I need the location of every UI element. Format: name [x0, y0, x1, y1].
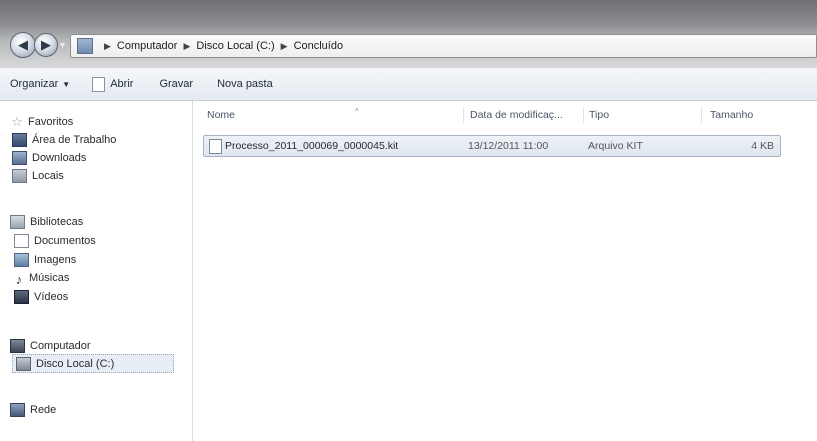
address-bar[interactable]: ▶ Computador ▶ Disco Local (C:) ▶ Conclu… — [70, 34, 817, 58]
recent-places-icon — [12, 168, 27, 183]
computer-icon — [10, 338, 25, 353]
burn-label: Gravar — [159, 78, 194, 90]
nav-item-label: Músicas — [29, 271, 70, 284]
chevron-right-icon[interactable]: ▶ — [183, 41, 190, 52]
downloads-icon — [12, 150, 27, 165]
forward-button[interactable]: ▶ — [34, 33, 58, 57]
folder-location-icon — [77, 38, 93, 54]
column-date-label: Data de modificaç... — [470, 109, 563, 121]
file-row[interactable]: Processo_2011_000069_0000045.kit 13/12/2… — [203, 135, 781, 157]
column-divider[interactable] — [701, 107, 702, 123]
nav-item-label: Downloads — [32, 151, 87, 164]
file-list: Nome ^ Data de modificaç... Tipo Tamanho… — [193, 101, 817, 441]
new-folder-label: Nova pasta — [217, 78, 273, 90]
breadcrumb-computer[interactable]: Computador — [116, 40, 179, 52]
chevron-right-icon[interactable]: ▶ — [104, 41, 111, 52]
file-date: 13/12/2011 11:00 — [468, 140, 549, 152]
nav-favorites[interactable]: ☆ Favoritos — [10, 113, 73, 130]
nav-item-desktop[interactable]: Área de Trabalho — [12, 131, 116, 148]
command-bar: Organizar ▼ Abrir Gravar Nova pasta — [0, 68, 817, 101]
sort-indicator-icon: ^ — [355, 107, 359, 116]
desktop-icon — [12, 132, 27, 147]
file-icon — [209, 139, 222, 154]
nav-item-documents[interactable]: Documentos — [14, 232, 96, 249]
nav-network-label: Rede — [30, 403, 57, 416]
breadcrumb-concluido[interactable]: Concluído — [293, 40, 345, 52]
nav-computer-label: Computador — [30, 339, 91, 352]
libraries-icon — [10, 214, 25, 229]
nav-item-music[interactable]: ♪ Músicas — [14, 269, 70, 287]
back-button[interactable]: ◀ — [10, 32, 36, 58]
title-bar: ◀ ▶ ▼ ▶ Computador ▶ Disco Local (C:) ▶ … — [0, 0, 817, 68]
documents-icon — [14, 233, 29, 248]
nav-item-local-disk[interactable]: Disco Local (C:) — [12, 354, 174, 373]
nav-item-videos[interactable]: Vídeos — [14, 288, 68, 305]
column-header-name[interactable]: Nome ^ — [207, 107, 359, 121]
burn-button[interactable]: Gravar — [159, 78, 193, 90]
nav-computer[interactable]: Computador — [10, 337, 91, 354]
recent-pages-icon[interactable]: ▼ — [58, 40, 67, 50]
nav-item-label: Disco Local (C:) — [36, 357, 115, 370]
breadcrumb-local-disk[interactable]: Disco Local (C:) — [195, 40, 275, 52]
hard-drive-icon — [16, 356, 31, 371]
nav-item-locais[interactable]: Locais — [12, 167, 64, 184]
column-name-label: Nome — [207, 109, 236, 121]
forward-arrow-icon: ▶ — [41, 37, 51, 52]
back-arrow-icon: ◀ — [18, 37, 28, 52]
star-icon: ☆ — [11, 113, 23, 129]
nav-favorites-label: Favoritos — [28, 115, 74, 128]
nav-libraries-label: Bibliotecas — [30, 215, 84, 228]
pictures-icon — [14, 252, 29, 267]
column-divider[interactable] — [583, 107, 584, 123]
organize-label: Organizar — [10, 78, 59, 90]
chevron-right-icon[interactable]: ▶ — [281, 41, 288, 52]
nav-item-label: Documentos — [34, 234, 96, 247]
column-size-label: Tamanho — [710, 109, 754, 121]
videos-icon — [14, 289, 29, 304]
nav-item-label: Locais — [32, 169, 64, 182]
file-icon — [92, 76, 106, 92]
new-folder-button[interactable]: Nova pasta — [217, 78, 273, 90]
music-note-icon: ♪ — [15, 271, 23, 287]
chevron-down-icon: ▼ — [62, 79, 71, 89]
file-size: 4 KB — [751, 140, 774, 152]
open-button[interactable]: Abrir — [92, 76, 134, 92]
file-type: Arquivo KIT — [588, 140, 643, 152]
nav-item-images[interactable]: Imagens — [14, 251, 76, 268]
organize-button[interactable]: Organizar ▼ — [10, 78, 70, 90]
network-icon — [10, 402, 25, 417]
nav-item-downloads[interactable]: Downloads — [12, 149, 86, 166]
file-name: Processo_2011_000069_0000045.kit — [225, 140, 399, 152]
column-header-date[interactable]: Data de modificaç... — [470, 109, 563, 121]
navigation-pane: ☆ Favoritos Área de Trabalho Downloads L… — [0, 101, 193, 441]
column-header-size[interactable]: Tamanho — [710, 109, 753, 121]
nav-item-label: Área de Trabalho — [32, 133, 117, 146]
column-header-type[interactable]: Tipo — [589, 109, 609, 121]
nav-item-label: Vídeos — [34, 290, 69, 303]
nav-network[interactable]: Rede — [10, 401, 56, 418]
open-label: Abrir — [110, 78, 134, 90]
column-divider[interactable] — [463, 107, 464, 123]
column-type-label: Tipo — [589, 109, 610, 121]
nav-libraries[interactable]: Bibliotecas — [10, 213, 83, 230]
nav-item-label: Imagens — [34, 253, 77, 266]
